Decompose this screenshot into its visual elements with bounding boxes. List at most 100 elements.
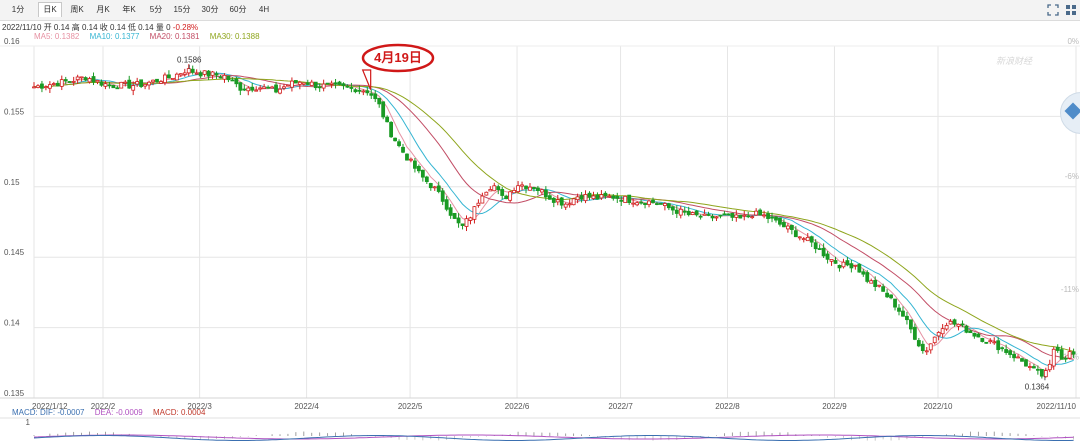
candle-up	[87, 78, 92, 83]
candle-down	[1063, 357, 1068, 360]
candle-up	[159, 81, 163, 84]
candle-down	[670, 206, 675, 211]
candle-down	[333, 82, 338, 85]
candle-up	[940, 328, 945, 335]
candlestick-chart: 0.160.1550.150.1450.140.1352022/1/12 2022…	[0, 37, 1080, 441]
candle-down	[524, 185, 528, 189]
candle-up	[123, 81, 128, 84]
candle-down	[440, 190, 445, 202]
candle-up	[468, 217, 473, 221]
candle-up	[948, 321, 953, 325]
candle-down	[274, 84, 278, 93]
x-tick-label: 2022/4	[294, 402, 319, 411]
candle-up	[309, 81, 314, 86]
candle-up	[151, 79, 155, 83]
candle-up	[520, 184, 524, 187]
candle-down	[111, 84, 116, 89]
candle-up	[956, 323, 961, 327]
candle-down	[206, 70, 211, 77]
candle-up	[936, 332, 941, 337]
candle-down	[67, 81, 72, 83]
candle-down	[91, 76, 96, 83]
candle-up	[147, 81, 151, 86]
candle-down	[1024, 359, 1028, 367]
candle-up	[297, 81, 302, 85]
candle-up	[801, 238, 806, 241]
candle-up	[47, 84, 52, 89]
y-tick-label: 0.135	[4, 389, 25, 398]
candle-down	[984, 341, 989, 344]
candle-down	[960, 323, 965, 326]
candle-up	[623, 195, 628, 203]
y-tick-label: 0.14	[4, 319, 20, 328]
x-tick-label: 2022/11/10	[1037, 402, 1077, 411]
candle-up	[678, 208, 683, 216]
candle-down	[1012, 353, 1016, 359]
macd-axis-label: 1	[26, 418, 31, 427]
x-tick-label: 2022/6	[505, 402, 530, 411]
y-tick-label: 0.16	[4, 37, 20, 46]
candle-up	[480, 195, 485, 204]
candle-down	[1020, 358, 1024, 362]
candle-down	[266, 86, 271, 89]
candle-up	[361, 90, 366, 93]
candle-up	[928, 343, 933, 351]
candle-down	[317, 86, 322, 89]
candle-up	[539, 189, 544, 193]
candle-down	[55, 82, 60, 87]
candle-down	[1032, 366, 1036, 369]
candle-up	[488, 189, 493, 192]
candle-up	[432, 186, 437, 189]
candle-down	[198, 72, 203, 77]
candle-down	[226, 75, 231, 81]
candle-up	[135, 81, 140, 85]
candle-up	[567, 203, 572, 206]
candle-up	[95, 80, 100, 83]
candle-up	[714, 216, 719, 219]
candle-down	[651, 199, 655, 203]
candle-up	[282, 86, 286, 89]
candle-up	[270, 86, 274, 89]
y-tick-label: 0.145	[4, 248, 25, 257]
candle-down	[325, 82, 330, 85]
candle-down	[341, 83, 346, 86]
candle-down	[861, 271, 866, 275]
candle-down	[849, 263, 854, 269]
candle-down	[968, 330, 973, 334]
candle-up	[702, 213, 707, 216]
candle-down	[242, 88, 247, 91]
candle-up	[829, 259, 834, 262]
candle-down	[976, 333, 981, 338]
candle-up	[1016, 356, 1020, 359]
candle-down	[551, 197, 556, 203]
candle-down	[821, 247, 826, 257]
annotation-text: 4月19日	[374, 50, 422, 65]
candle-up	[170, 78, 175, 80]
candle-up	[944, 325, 949, 330]
candle-up	[742, 214, 747, 217]
candle-down	[813, 242, 818, 250]
candle-up	[44, 86, 48, 89]
candle-down	[127, 79, 132, 89]
candle-up	[841, 261, 846, 268]
candle-down	[460, 223, 465, 226]
candle-down	[996, 340, 1001, 351]
candle-up	[750, 216, 755, 219]
candle-up	[591, 195, 596, 200]
candle-up	[119, 81, 124, 89]
ma20-line	[33, 75, 1074, 360]
candle-down	[500, 189, 505, 196]
candle-up	[301, 82, 306, 85]
candle-up	[174, 73, 179, 81]
candle-down	[706, 214, 711, 216]
candle-up	[278, 88, 282, 94]
candle-up	[785, 225, 790, 230]
candle-up	[194, 72, 199, 75]
ma30-line	[33, 77, 1074, 352]
candle-down	[809, 236, 814, 243]
candle-up	[103, 83, 108, 87]
candle-up	[599, 194, 604, 199]
candle-down	[655, 203, 659, 205]
candle-up	[254, 89, 259, 92]
candle-up	[575, 196, 580, 201]
